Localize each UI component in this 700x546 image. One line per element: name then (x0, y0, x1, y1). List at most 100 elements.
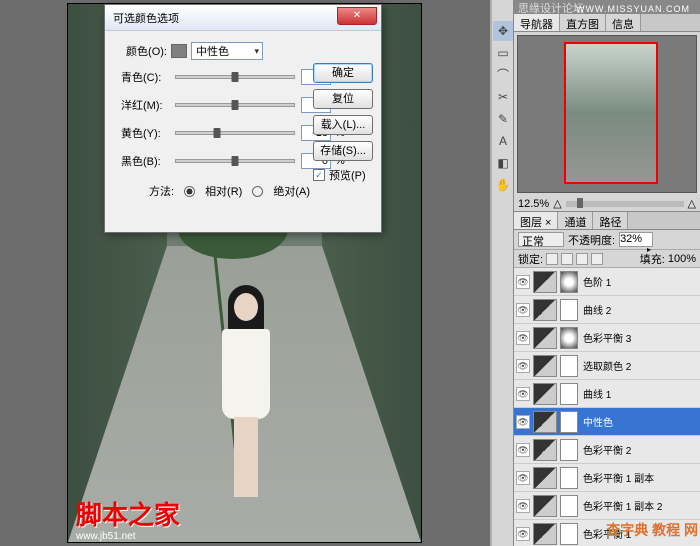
text-tool-icon[interactable]: A (493, 131, 513, 151)
crop-tool-icon[interactable]: ✂ (493, 87, 513, 107)
lock-pos-icon[interactable] (576, 253, 588, 265)
visibility-icon[interactable]: 👁 (516, 415, 530, 429)
reset-button[interactable]: 复位 (313, 89, 373, 109)
layer-name: 色彩平衡 2 (581, 442, 700, 457)
tab-navigator[interactable]: 导航器 (514, 14, 560, 31)
radio-relative[interactable] (184, 186, 195, 197)
navigator-proxy[interactable] (564, 42, 658, 184)
layer-thumb (533, 439, 557, 461)
cyan-label: 青色(C): (121, 69, 175, 85)
site-label: 思缘设计论坛 (518, 0, 584, 14)
layer-thumb (533, 411, 557, 433)
black-slider[interactable] (175, 159, 295, 163)
layer-name: 色彩平衡 3 (581, 330, 700, 345)
shape-tool-icon[interactable]: ◧ (493, 153, 513, 173)
mask-thumb (560, 299, 578, 321)
tool-palette: ✥ ▭ ⌒ ✂ ✎ A ◧ ✋ (492, 0, 514, 546)
magenta-label: 洋红(M): (121, 97, 175, 113)
save-button[interactable]: 存储(S)... (313, 141, 373, 161)
img-figure (216, 249, 276, 504)
visibility-icon[interactable]: 👁 (516, 303, 530, 317)
tab-paths[interactable]: 路径 (593, 212, 628, 229)
watermark-jb-url: www.jb51.net (76, 531, 135, 542)
layer-thumb (533, 271, 557, 293)
color-dropdown[interactable]: 中性色 (191, 42, 263, 60)
panels-area: 思缘设计论坛 WWW.MISSYUAN.COM 导航器 直方图 信息 12.5%… (514, 0, 700, 546)
layer-name: 色彩平衡 1 副本 (581, 470, 700, 485)
layer-thumb (533, 495, 557, 517)
visibility-icon[interactable]: 👁 (516, 527, 530, 541)
marquee-tool-icon[interactable]: ▭ (493, 43, 513, 63)
visibility-icon[interactable]: 👁 (516, 443, 530, 457)
cyan-slider[interactable] (175, 75, 295, 79)
layer-name: 曲线 1 (581, 386, 700, 401)
tab-channels[interactable]: 通道 (558, 212, 593, 229)
close-icon[interactable]: ✕ (337, 7, 377, 25)
layer-row[interactable]: 👁 色彩平衡 1 副本 2 (514, 492, 700, 520)
layer-thumb (533, 523, 557, 545)
color-swatch (171, 44, 187, 58)
layer-thumb (533, 327, 557, 349)
opacity-input[interactable]: 32% (619, 232, 653, 247)
layer-name: 色阶 1 (581, 274, 700, 289)
layer-thumb (533, 355, 557, 377)
layers-list: 👁 色阶 1 👁 曲线 2 👁 色彩平衡 3 👁 选取颜色 2 👁 曲线 1 👁 中性色 👁 色彩平衡 2… (514, 268, 700, 546)
mask-thumb (560, 467, 578, 489)
fill-input[interactable]: 100% (668, 253, 696, 265)
radio-absolute[interactable] (252, 186, 263, 197)
lock-pixels-icon[interactable] (561, 253, 573, 265)
tab-layers[interactable]: 图层 × (514, 212, 558, 229)
zoom-out-icon[interactable]: △ (553, 197, 561, 210)
tab-info[interactable]: 信息 (606, 14, 641, 31)
mask-thumb (560, 523, 578, 545)
layer-row[interactable]: 👁 色彩平衡 2 (514, 436, 700, 464)
magenta-slider[interactable] (175, 103, 295, 107)
visibility-icon[interactable]: 👁 (516, 275, 530, 289)
visibility-icon[interactable]: 👁 (516, 387, 530, 401)
mask-thumb (560, 411, 578, 433)
preview-checkbox[interactable]: ✓ (313, 169, 325, 181)
layer-row[interactable]: 👁 选取颜色 2 (514, 352, 700, 380)
blend-mode-dropdown[interactable]: 正常 (518, 232, 564, 247)
mask-thumb (560, 327, 578, 349)
layer-row[interactable]: 👁 曲线 2 (514, 296, 700, 324)
layer-row[interactable]: 👁 色彩平衡 1 副本 (514, 464, 700, 492)
load-button[interactable]: 载入(L)... (313, 115, 373, 135)
zoom-value[interactable]: 12.5% (518, 198, 549, 210)
layer-name: 中性色 (581, 414, 700, 429)
layer-name: 曲线 2 (581, 302, 700, 317)
watermark-zd: 查字典 教程 网 (606, 520, 698, 540)
ok-button[interactable]: 确定 (313, 63, 373, 83)
layer-name: 选取颜色 2 (581, 358, 700, 373)
layer-row[interactable]: 👁 曲线 1 (514, 380, 700, 408)
layer-thumb (533, 467, 557, 489)
hand-tool-icon[interactable]: ✋ (493, 175, 513, 195)
black-label: 黑色(B): (121, 153, 175, 169)
watermark-jb: 脚本之家 (76, 495, 180, 532)
dialog-title-text: 可选颜色选项 (113, 10, 179, 26)
visibility-icon[interactable]: 👁 (516, 331, 530, 345)
zoom-slider[interactable] (566, 201, 684, 207)
mask-thumb (560, 495, 578, 517)
visibility-icon[interactable]: 👁 (516, 359, 530, 373)
lock-all-icon[interactable] (591, 253, 603, 265)
site-url: WWW.MISSYUAN.COM (576, 4, 690, 14)
tab-histogram[interactable]: 直方图 (560, 14, 606, 31)
layer-row[interactable]: 👁 色阶 1 (514, 268, 700, 296)
layer-name: 色彩平衡 1 副本 2 (581, 498, 700, 513)
visibility-icon[interactable]: 👁 (516, 471, 530, 485)
zoom-in-icon[interactable]: △ (688, 197, 696, 210)
layer-thumb (533, 299, 557, 321)
visibility-icon[interactable]: 👁 (516, 499, 530, 513)
yellow-slider[interactable] (175, 131, 295, 135)
layer-thumb (533, 383, 557, 405)
navigator-panel[interactable] (517, 35, 697, 193)
brush-tool-icon[interactable]: ✎ (493, 109, 513, 129)
lasso-tool-icon[interactable]: ⌒ (493, 65, 513, 85)
dialog-titlebar[interactable]: 可选颜色选项 ✕ (105, 5, 381, 31)
lock-trans-icon[interactable] (546, 253, 558, 265)
mask-thumb (560, 355, 578, 377)
layer-row[interactable]: 👁 中性色 (514, 408, 700, 436)
move-tool-icon[interactable]: ✥ (493, 21, 513, 41)
layer-row[interactable]: 👁 色彩平衡 3 (514, 324, 700, 352)
